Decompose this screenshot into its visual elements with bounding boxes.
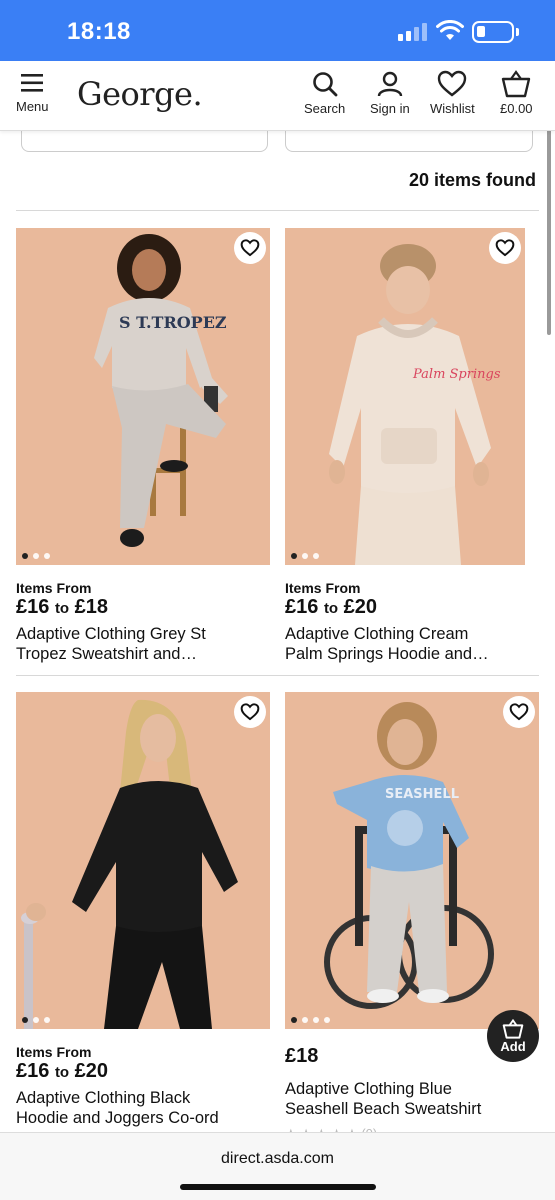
basket-icon: [502, 1018, 524, 1039]
wishlist-toggle[interactable]: [503, 696, 535, 728]
price-low: £16: [285, 596, 319, 618]
user-icon: [377, 71, 403, 97]
divider: [16, 210, 539, 211]
price-from-label: Items From: [16, 1044, 92, 1060]
wishlist-toggle[interactable]: [234, 232, 266, 264]
add-button-label: Add: [500, 1038, 526, 1054]
divider: [16, 675, 539, 676]
price-from-label: Items From: [16, 580, 92, 596]
signin-button[interactable]: Sign in: [370, 70, 410, 116]
site-header: Menu George. Search Sign in Wishlist £0.…: [0, 61, 555, 131]
george-logo[interactable]: George.: [77, 75, 203, 113]
price-high: £18: [74, 596, 109, 618]
product-name[interactable]: Adaptive Clothing Cream Palm Springs Hoo…: [285, 624, 539, 664]
product-name[interactable]: Adaptive Clothing Black Hoodie and Jogge…: [16, 1088, 270, 1128]
add-to-basket-button[interactable]: Add: [487, 1010, 539, 1062]
wishlist-toggle[interactable]: [234, 696, 266, 728]
price-high: £20: [74, 1060, 109, 1082]
basket-icon: [502, 70, 531, 98]
model-photo: [16, 692, 270, 1029]
svg-text:Palm Springs: Palm Springs: [412, 367, 501, 382]
wishlist-label: Wishlist: [430, 101, 475, 116]
product-image[interactable]: Palm Springs: [285, 228, 525, 565]
battery-icon: [472, 21, 514, 43]
product-image[interactable]: SEASHELL: [285, 692, 539, 1029]
scrollbar[interactable]: [547, 113, 551, 335]
heart-icon: [240, 703, 260, 721]
product-card[interactable]: Palm Springs Items From £16 to £20 Adapt…: [285, 228, 539, 664]
model-photo: SEASHELL: [285, 692, 539, 1029]
model-photo: Palm Springs: [285, 228, 525, 565]
wifi-icon: [436, 20, 464, 40]
basket-total: £0.00: [500, 101, 533, 116]
svg-text:S T.TROPEZ: S T.TROPEZ: [119, 313, 227, 332]
wishlist-toggle[interactable]: [489, 232, 521, 264]
model-photo: S T.TROPEZ: [16, 228, 270, 565]
heart-icon: [438, 70, 467, 97]
product-image[interactable]: [16, 692, 270, 1029]
image-carousel-dots[interactable]: [291, 1017, 330, 1023]
price-to: to: [54, 600, 70, 617]
heart-icon: [495, 239, 515, 257]
search-label: Search: [304, 101, 346, 116]
items-found-count: 20 items found: [408, 170, 536, 190]
product-card[interactable]: Items From £16 to £20 Adaptive Clothing …: [16, 692, 270, 1128]
price-from-label: Items From: [285, 580, 361, 596]
home-indicator[interactable]: [180, 1184, 376, 1190]
product-name[interactable]: Adaptive Clothing Blue Seashell Beach Sw…: [285, 1079, 539, 1119]
basket-button[interactable]: £0.00: [500, 70, 533, 116]
signin-label: Sign in: [370, 101, 410, 116]
menu-icon: [21, 74, 44, 92]
signal-icon: [398, 23, 428, 41]
menu-button[interactable]: Menu: [16, 70, 49, 114]
search-button[interactable]: Search: [304, 70, 345, 116]
product-price: £16 to £20: [285, 596, 539, 620]
image-carousel-dots[interactable]: [22, 1017, 50, 1023]
price-to: to: [323, 600, 339, 617]
status-time: 18:18: [67, 18, 131, 45]
price-high: £20: [343, 596, 378, 618]
browser-bottom-bar: direct.asda.com: [0, 1132, 555, 1200]
search-icon: [312, 72, 337, 97]
price-low: £16: [16, 1060, 50, 1082]
product-price: £16 to £18: [16, 596, 270, 620]
status-bar: 18:18: [0, 0, 555, 61]
svg-text:SEASHELL: SEASHELL: [385, 787, 459, 802]
product-image[interactable]: S T.TROPEZ: [16, 228, 270, 565]
price-to: to: [54, 1064, 70, 1081]
menu-label: Menu: [16, 99, 49, 114]
heart-icon: [240, 239, 260, 257]
product-price: £16 to £20: [16, 1060, 270, 1084]
wishlist-button[interactable]: Wishlist: [430, 70, 475, 116]
price-low: £16: [16, 596, 50, 618]
product-card[interactable]: S T.TROPEZ Items From £16 to £18 Adaptiv…: [16, 228, 270, 664]
image-carousel-dots[interactable]: [22, 553, 50, 559]
image-carousel-dots[interactable]: [291, 553, 319, 559]
product-name[interactable]: Adaptive Clothing Grey St Tropez Sweatsh…: [16, 624, 270, 664]
url-bar[interactable]: direct.asda.com: [0, 1150, 555, 1168]
heart-icon: [509, 703, 529, 721]
